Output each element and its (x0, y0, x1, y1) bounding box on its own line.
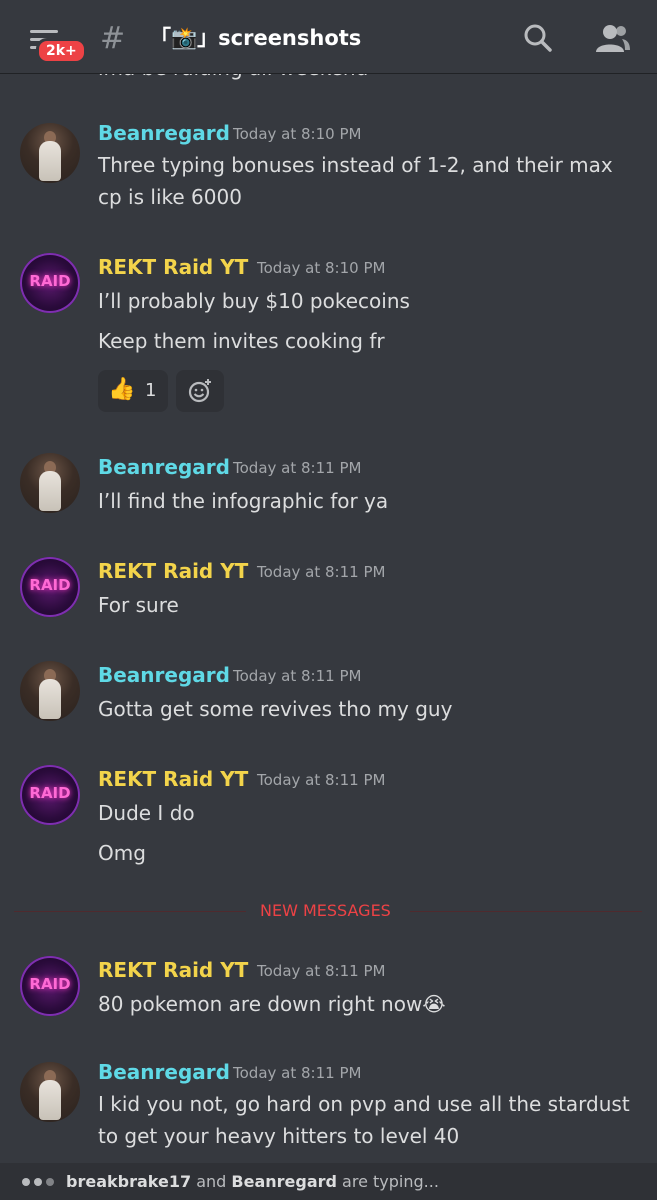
message-text: Three typing bonuses instead of 1-2, and… (98, 153, 613, 209)
new-messages-divider (410, 911, 642, 912)
author-name[interactable]: REKT Raid YT (98, 255, 248, 279)
typing-user: Beanregard (231, 1172, 337, 1191)
timestamp: Today at 8:11 PM (257, 563, 386, 581)
timestamp: Today at 8:10 PM (233, 125, 362, 143)
avatar[interactable] (20, 123, 80, 183)
reaction-thumbs-up[interactable]: 👍 1 (98, 370, 168, 412)
thumbs-up-icon: 👍 (108, 377, 136, 402)
menu-button[interactable]: 2k+ (24, 22, 87, 64)
message-text: Omg (98, 841, 146, 865)
message-text: 80 pokemon are down right now😭 (98, 992, 446, 1016)
timestamp: Today at 8:11 PM (257, 771, 386, 789)
avatar[interactable]: RAID (20, 765, 80, 825)
timestamp: Today at 8:11 PM (233, 1064, 362, 1082)
timestamp: Today at 8:10 PM (257, 259, 386, 277)
members-icon[interactable] (592, 22, 632, 54)
search-icon[interactable] (522, 22, 554, 54)
channel-name[interactable]: 「📸」screenshots (150, 24, 361, 52)
avatar[interactable] (20, 1062, 80, 1122)
avatar[interactable]: RAID (20, 253, 80, 313)
typing-dots-icon (22, 1178, 62, 1186)
author-name[interactable]: REKT Raid YT (98, 958, 248, 982)
author-name[interactable]: Beanregard (98, 1060, 230, 1084)
message-text: For sure (98, 593, 179, 617)
avatar[interactable]: RAID (20, 956, 80, 1016)
timestamp: Today at 8:11 PM (257, 962, 386, 980)
author-name[interactable]: Beanregard (98, 455, 230, 479)
timestamp: Today at 8:11 PM (233, 459, 362, 477)
reaction-count: 1 (145, 380, 157, 401)
message-text: Dude I do (98, 801, 195, 825)
author-name[interactable]: Beanregard (98, 121, 230, 145)
add-reaction-icon (188, 379, 211, 403)
avatar[interactable] (20, 661, 80, 721)
new-messages-divider (14, 911, 246, 912)
message-text: Gotta get some revives tho my guy (98, 697, 453, 721)
typing-text: breakbrake17 and Beanregard are typing..… (66, 1172, 439, 1191)
channel-header: 2k+ # 「📸」screenshots (0, 0, 657, 74)
typing-user: breakbrake17 (66, 1172, 192, 1191)
message-text: I’ll probably buy $10 pokecoins (98, 289, 410, 313)
avatar[interactable]: RAID (20, 557, 80, 617)
avatar[interactable] (20, 453, 80, 513)
author-name[interactable]: REKT Raid YT (98, 767, 248, 791)
message-text: I kid you not, go hard on pvp and use al… (98, 1092, 630, 1148)
unread-badge: 2k+ (36, 38, 87, 64)
message-text: I’ll find the infographic for ya (98, 489, 389, 513)
add-reaction-button[interactable] (176, 370, 224, 412)
author-name[interactable]: REKT Raid YT (98, 559, 248, 583)
channel-hash-icon: # (100, 21, 126, 56)
author-name[interactable]: Beanregard (98, 663, 230, 687)
typing-indicator: breakbrake17 and Beanregard are typing..… (0, 1163, 657, 1200)
message-text: Keep them invites cooking fr (98, 329, 385, 353)
new-messages-label: NEW MESSAGES (260, 901, 391, 920)
timestamp: Today at 8:11 PM (233, 667, 362, 685)
